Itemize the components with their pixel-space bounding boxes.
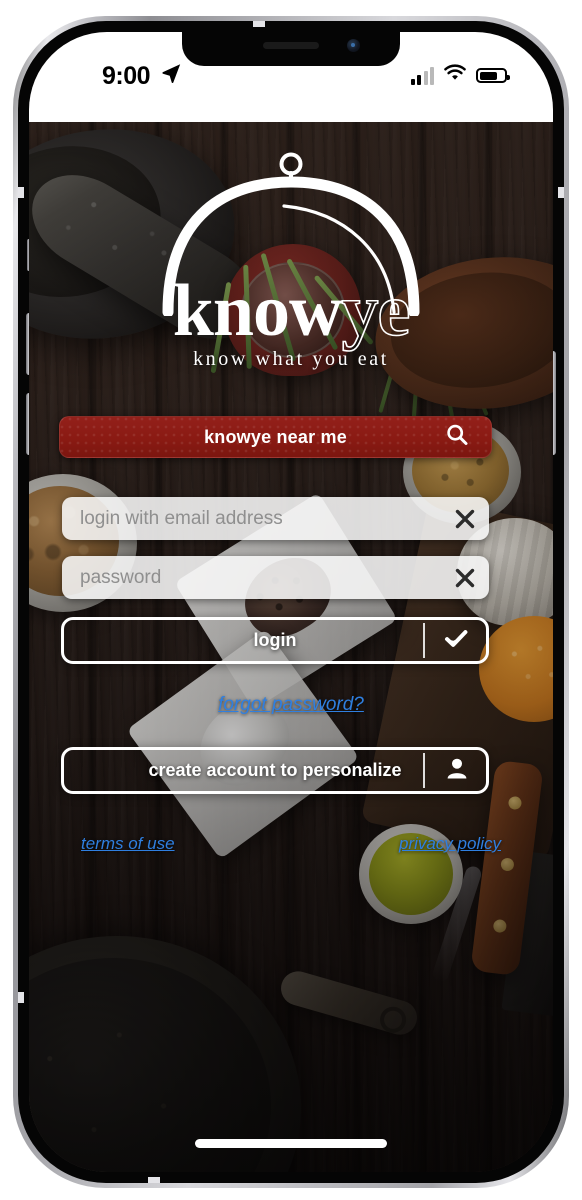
location-arrow-icon xyxy=(160,62,182,89)
antenna-line-top-left xyxy=(253,21,265,27)
phone-frame: 9:00 knowye know what you eat knowye nea… xyxy=(13,16,569,1188)
logo-word-know: know xyxy=(172,270,343,352)
create-account-label: create account to personalize xyxy=(148,760,402,780)
status-bar-time: 9:00 xyxy=(102,62,151,90)
phone-body: 9:00 knowye know what you eat knowye nea… xyxy=(18,21,564,1183)
antenna-line-left-top xyxy=(18,187,24,198)
privacy-policy-link[interactable]: privacy policy xyxy=(399,834,501,854)
antenna-line-left-bottom xyxy=(18,992,24,1003)
status-bar-indicators xyxy=(410,64,510,87)
user-person-icon xyxy=(444,755,470,786)
password-field[interactable] xyxy=(62,556,489,599)
terms-of-use-link[interactable]: terms of use xyxy=(81,834,175,854)
app-logo: knowye know what you eat xyxy=(29,144,553,371)
email-input[interactable] xyxy=(62,507,441,530)
logo-wordmark: knowye xyxy=(173,273,411,349)
home-indicator[interactable] xyxy=(195,1139,387,1148)
login-ui-layer: knowye know what you eat knowye near me xyxy=(29,122,553,1172)
clear-password-icon[interactable] xyxy=(441,556,489,599)
notch xyxy=(182,32,400,66)
antenna-line-right-top xyxy=(558,187,564,198)
search-icon xyxy=(445,423,469,452)
create-account-divider xyxy=(423,753,425,788)
forgot-password-link[interactable]: forgot password? xyxy=(29,694,553,716)
battery-icon xyxy=(476,68,510,83)
phone-screen: 9:00 knowye know what you eat knowye nea… xyxy=(29,32,553,1172)
front-camera xyxy=(347,39,360,52)
antenna-line-bottom-left xyxy=(148,1177,160,1183)
app-login-screen: knowye know what you eat knowye near me xyxy=(29,122,553,1172)
password-input[interactable] xyxy=(62,566,441,589)
clear-email-icon[interactable] xyxy=(441,497,489,540)
cellular-signal-icon xyxy=(410,66,434,85)
earpiece-speaker xyxy=(263,42,319,49)
wifi-icon xyxy=(443,64,467,87)
logo-word-ye: ye xyxy=(341,270,411,352)
checkmark-icon xyxy=(442,624,470,657)
login-button[interactable]: login xyxy=(61,617,489,664)
near-me-label: knowye near me xyxy=(204,426,347,447)
knowye-near-me-button[interactable]: knowye near me xyxy=(59,416,492,458)
login-button-divider xyxy=(423,623,425,658)
create-account-button[interactable]: create account to personalize xyxy=(61,747,489,794)
login-button-label: login xyxy=(253,630,297,650)
email-field[interactable] xyxy=(62,497,489,540)
